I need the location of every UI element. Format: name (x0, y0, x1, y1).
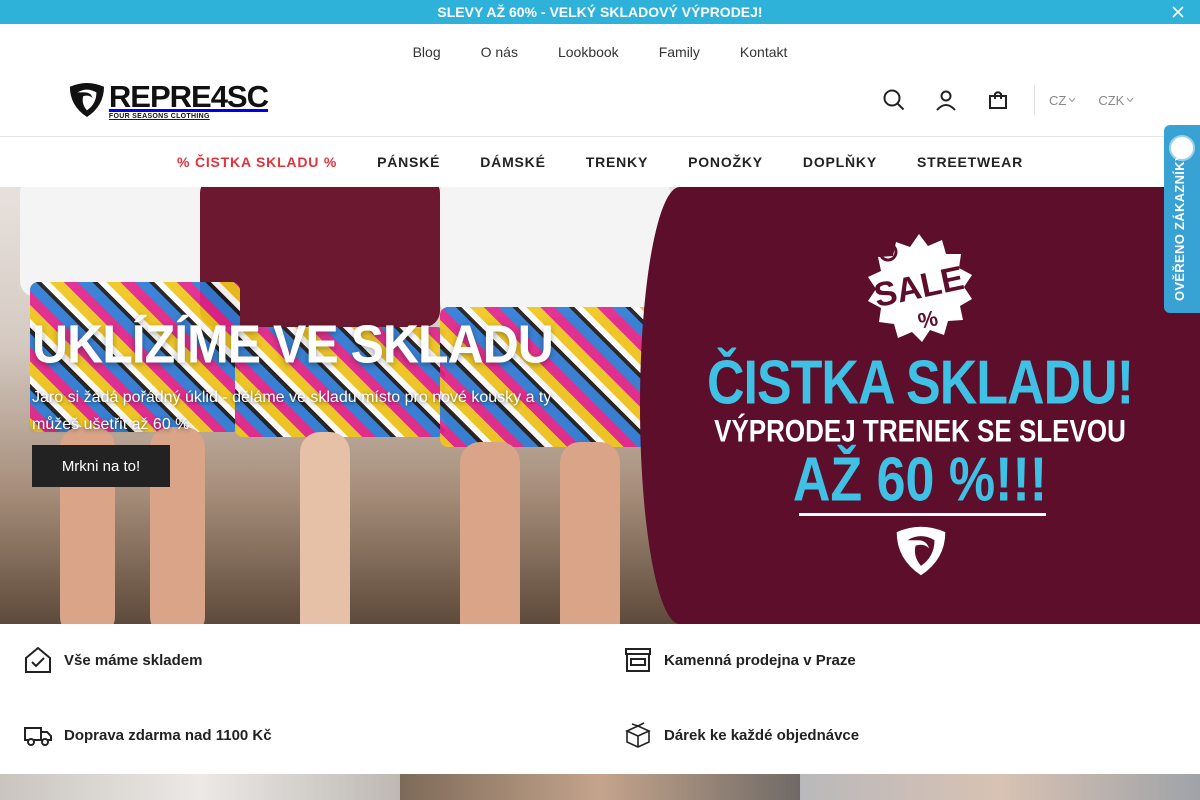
nav-item-accessories[interactable]: DOPLŇKY (803, 154, 877, 170)
category-tile[interactable] (0, 774, 400, 800)
top-link-family[interactable]: Family (659, 44, 700, 60)
nav-item-socks[interactable]: PONOŽKY (688, 154, 763, 170)
nav-item-sale[interactable]: % ČISTKA SKLADU % (177, 154, 337, 170)
benefit-gift: Dárek ke každé objednávce (624, 721, 859, 749)
person-shirt (20, 187, 220, 297)
logo-wordmark: REPRE4SC (108, 78, 269, 114)
language-select[interactable]: CZ (1049, 93, 1076, 108)
chevron-down-icon (1126, 97, 1134, 103)
benefit-in-stock: Vše máme skladem (24, 646, 202, 674)
site-logo[interactable]: REPRE4SC FOUR SEASONS CLOTHING (68, 78, 269, 122)
sale-line-3: AŽ 60 %!!! (792, 445, 1048, 515)
leg (460, 442, 520, 624)
main-nav: % ČISTKA SKLADU % PÁNSKÉ DÁMSKÉ TRENKY P… (0, 137, 1200, 186)
sale-badge-icon: SALE % (868, 234, 972, 342)
category-tile[interactable] (400, 774, 800, 800)
nav-item-streetwear[interactable]: STREETWEAR (917, 154, 1023, 170)
hero-subtitle: Jaro si žádá pořádný úklid - děláme ve s… (32, 389, 552, 433)
chevron-down-icon (1068, 97, 1076, 103)
search-button[interactable] (876, 84, 912, 116)
benefit-label: Vše máme skladem (64, 651, 203, 669)
cart-icon (989, 91, 1007, 109)
benefit-free-shipping: Doprava zdarma nad 1100 Kč (24, 721, 272, 749)
header-divider (1034, 85, 1035, 115)
top-links: Blog O nás Lookbook Family Kontakt (0, 24, 1200, 80)
search-icon (883, 89, 905, 111)
top-link-contact[interactable]: Kontakt (740, 44, 787, 60)
benefit-label: Dárek ke každé objednávce (664, 726, 860, 744)
store-icon (625, 648, 651, 672)
user-icon (936, 90, 956, 111)
close-icon[interactable] (1170, 4, 1186, 20)
verified-label: OVĚŘENO ZÁKAZNÍKY (1172, 152, 1187, 301)
account-button[interactable] (928, 84, 964, 116)
shield-logo-icon (69, 82, 104, 118)
nav-item-boxers[interactable]: TRENKY (586, 154, 648, 170)
logo-tagline: FOUR SEASONS CLOTHING (108, 112, 210, 120)
top-link-blog[interactable]: Blog (413, 44, 441, 60)
currency-select[interactable]: CZK (1098, 93, 1134, 108)
hero-cta-button[interactable]: Mrkni na to! (32, 445, 170, 487)
verified-customers-tab[interactable]: OVĚŘENO ZÁKAZNÍKY (1164, 125, 1200, 313)
benefit-store: Kamenná prodejna v Praze (624, 646, 856, 674)
truck-icon (24, 727, 52, 746)
benefit-label: Doprava zdarma nad 1100 Kč (64, 726, 272, 744)
cart-button[interactable] (980, 84, 1016, 116)
currency-value: CZK (1098, 92, 1125, 108)
top-link-about[interactable]: O nás (481, 44, 518, 60)
category-tiles (0, 774, 1200, 800)
gift-box-icon (625, 722, 651, 748)
leg (300, 432, 350, 624)
person-shirt (440, 187, 670, 317)
category-tile[interactable] (800, 774, 1200, 800)
benefit-label: Kamenná prodejna v Praze (664, 651, 856, 669)
header-actions: CZ CZK (876, 84, 1156, 116)
promo-bar: SLEVY AŽ 60% - VELKÝ SKLADOVÝ VÝPRODEJ! (0, 0, 1200, 24)
sale-divider (799, 513, 1046, 516)
nav-item-men[interactable]: PÁNSKÉ (377, 154, 440, 170)
top-link-lookbook[interactable]: Lookbook (558, 44, 619, 60)
brand-shield-icon (896, 526, 946, 576)
language-value: CZ (1049, 92, 1067, 108)
promo-text: SLEVY AŽ 60% - VELKÝ SKLADOVÝ VÝPRODEJ! (437, 4, 763, 20)
hero-title: UKLÍZÍME VE SKLADU (32, 313, 554, 375)
home-check-icon (25, 646, 51, 673)
leg (560, 442, 620, 624)
sale-headline: ČISTKA SKLADU! (706, 348, 1134, 418)
nav-item-women[interactable]: DÁMSKÉ (480, 154, 545, 170)
